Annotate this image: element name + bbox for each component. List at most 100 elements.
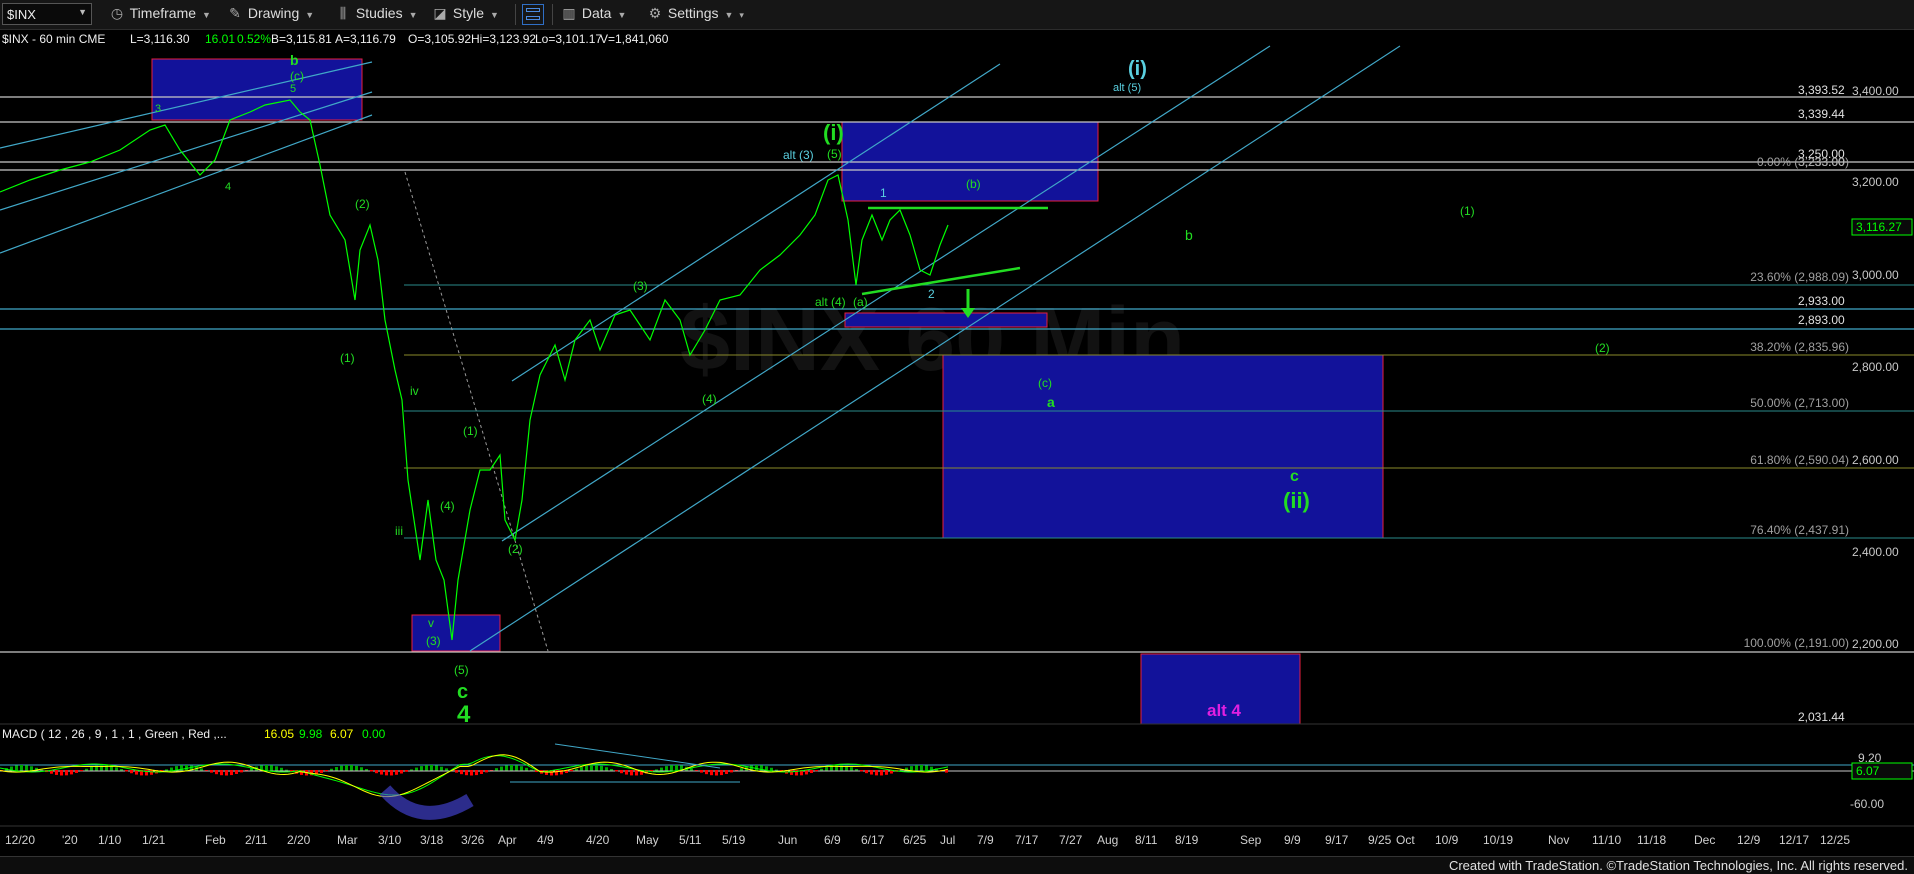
timeframe-menu[interactable]: ◷ Timeframe ▼ — [108, 5, 211, 25]
time-tick-label: 9/25 — [1368, 833, 1392, 847]
time-tick-label: 6/17 — [861, 833, 885, 847]
wave-label: (5) — [827, 147, 842, 161]
wave-label: iv — [410, 384, 419, 398]
fib-label: 0.00% (3,233.00) — [1757, 155, 1849, 169]
macd-bar — [865, 770, 868, 774]
wave-label: (4) — [702, 392, 717, 406]
chevron-down-icon: ▼ — [202, 10, 211, 20]
time-tick-label: 2/11 — [245, 833, 268, 847]
macd-bar — [455, 770, 458, 773]
macd-bar — [820, 768, 823, 771]
time-tick-label: 12/20 — [5, 833, 35, 847]
settings-menu[interactable]: ⚙ Settings ▼ ▾ — [646, 5, 744, 25]
macd-bar — [145, 770, 148, 776]
price-tick-label: 3,200.00 — [1852, 175, 1899, 189]
layout-icon[interactable] — [522, 4, 544, 25]
wave-label: (b) — [966, 177, 981, 191]
wave-label: b — [290, 52, 299, 68]
macd-bar — [630, 770, 633, 776]
box-b — [151, 58, 363, 121]
time-tick-label: Jun — [778, 833, 797, 847]
macd-bar — [870, 770, 873, 775]
fib-label: 61.80% (2,590.04) — [1750, 453, 1849, 467]
wave-label: (4) — [440, 499, 455, 513]
macd-bar — [615, 770, 618, 772]
toolbar: $INX ▼ ◷ Timeframe ▼ ✎ Drawing ▼ ⫼ Studies ▼… — [0, 0, 1914, 30]
price-tick-label: 3,000.00 — [1852, 268, 1899, 282]
macd-bar — [625, 770, 628, 775]
style-menu[interactable]: ◪ Style ▼ — [431, 5, 499, 25]
price-chart[interactable]: $INX 60 Min b(c)534(2)(1)iviii(4)(1)(2)v… — [0, 29, 1914, 856]
wave-label-alt4: alt 4 — [1207, 701, 1242, 720]
time-tick-label: 10/9 — [1435, 833, 1459, 847]
macd-bar — [530, 769, 533, 771]
price-level-label: 3,393.52 — [1798, 83, 1845, 97]
timeframe-label: Timeframe — [129, 5, 197, 21]
time-tick-label: 7/9 — [977, 833, 994, 847]
macd-bar — [480, 770, 483, 775]
macd-bar — [705, 770, 708, 775]
macd-bar — [325, 770, 328, 772]
wave-label: (1) — [340, 351, 355, 365]
time-tick-label: Dec — [1694, 833, 1715, 847]
time-tick-label: '20 — [62, 833, 78, 847]
last-value: L=3,116.30 — [130, 32, 190, 46]
macd-bar — [675, 765, 678, 771]
macd-bar — [15, 765, 18, 771]
time-tick-label: 6/9 — [824, 833, 841, 847]
macd-bar — [525, 767, 528, 771]
macd-bar — [695, 770, 698, 771]
macd-bar — [605, 767, 608, 771]
macd-bar — [580, 767, 583, 771]
data-menu[interactable]: ▥ Data ▼ — [560, 5, 626, 25]
macd-bar — [715, 770, 718, 776]
style-icon: ◪ — [433, 5, 447, 21]
macd-bar — [445, 768, 448, 771]
toolbar-divider — [552, 4, 553, 25]
macd-bar — [840, 765, 843, 771]
macd-bar — [395, 770, 398, 775]
drawing-label: Drawing — [247, 5, 300, 21]
time-tick-label: Sep — [1240, 833, 1262, 847]
macd-bar — [75, 770, 78, 773]
macd-bar — [510, 765, 513, 771]
macd-bar — [490, 770, 493, 771]
macd-bar — [755, 765, 758, 771]
macd-bar — [410, 769, 413, 771]
wave-label: 2 — [928, 287, 935, 301]
macd-bar — [460, 770, 463, 775]
time-tick-label: Apr — [498, 833, 517, 847]
macd-bar — [850, 767, 853, 771]
drawing-menu[interactable]: ✎ Drawing ▼ — [226, 5, 314, 25]
macd-bar — [465, 770, 468, 776]
wave-label: (3) — [633, 279, 648, 293]
time-tick-label: 8/19 — [1175, 833, 1199, 847]
open-value: O=3,105.92 — [408, 32, 471, 46]
time-tick-label: May — [636, 833, 659, 847]
macd-bar — [320, 770, 323, 773]
studies-menu[interactable]: ⫼ Studies ▼ — [334, 5, 418, 25]
macd-bar — [420, 766, 423, 771]
time-tick-label: Feb — [205, 833, 226, 847]
macd-divergence-region — [379, 785, 474, 820]
macd-bar — [920, 765, 923, 771]
time-tick-label: 11/18 — [1637, 833, 1666, 847]
overflow-icon: ▾ — [739, 10, 744, 20]
macd-bar — [225, 770, 228, 776]
macd-bar — [285, 769, 288, 771]
time-tick-label: 3/26 — [461, 833, 485, 847]
gear-icon: ⚙ — [648, 5, 662, 21]
wave-label: b — [1185, 227, 1193, 243]
time-tick-label: 12/17 — [1779, 833, 1809, 847]
wave-label: c — [1290, 468, 1299, 485]
wave-label: (5) — [454, 663, 469, 677]
time-tick-label: 1/21 — [142, 833, 166, 847]
time-tick-label: 7/17 — [1015, 833, 1039, 847]
macd-bar — [415, 767, 418, 771]
macd-bar — [690, 768, 693, 771]
macd-bar — [555, 770, 558, 776]
time-tick-label: Jul — [940, 833, 955, 847]
macd-bar — [720, 770, 723, 776]
symbol-selector[interactable]: $INX ▼ — [2, 3, 92, 25]
macd-bar — [365, 769, 368, 771]
